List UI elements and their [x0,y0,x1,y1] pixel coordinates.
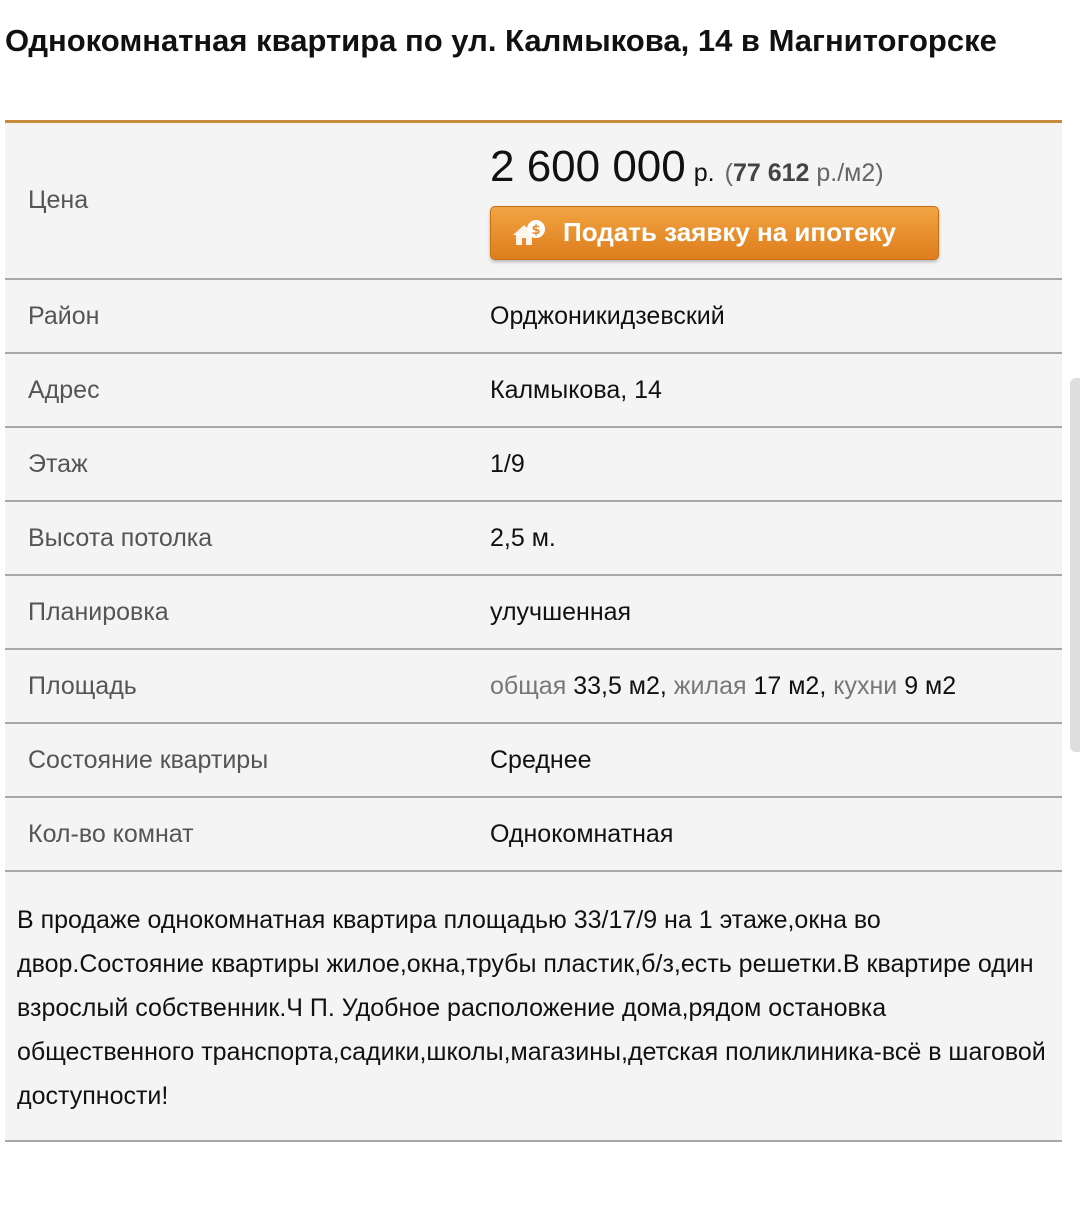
rooms-row: Кол-во комнат Однокомнатная [5,798,1062,872]
rooms-label: Кол-во комнат [28,819,194,848]
listing-description: В продаже однокомнатная квартира площадь… [5,872,1062,1142]
district-label: Район [28,301,100,330]
area-total-value: 33,5 м2 [573,671,660,700]
rooms-value: Однокомнатная [490,819,674,848]
area-row: Площадь общая 33,5 м2, жилая 17 м2, кухн… [5,650,1062,724]
listing-details-table: Цена 2 600 000 р. (77 612 р./м2) $ Подат [5,123,1062,1142]
ceiling-height-label: Высота потолка [28,523,213,552]
area-kitchen-label: кухни [833,671,898,700]
svg-text:$: $ [531,223,540,238]
house-coin-icon: $ [513,219,545,245]
price-label: Цена [28,186,89,214]
price-block: 2 600 000 р. (77 612 р./м2) $ Подать зая… [490,142,1062,260]
floor-row: Этаж 1/9 [5,428,1062,502]
condition-label: Состояние квартиры [28,745,269,774]
mortgage-application-button[interactable]: $ Подать заявку на ипотеку [490,205,939,260]
floor-value: 1/9 [490,449,525,478]
layout-row: Планировка улучшенная [5,576,1062,650]
area-total-label: общая [490,671,567,700]
floor-label: Этаж [28,449,88,478]
price-currency: р. [693,158,715,187]
area-living-value: 17 м2 [753,671,820,700]
price-per-sqm-unit: р./м2) [809,158,884,187]
condition-value: Среднее [490,745,592,774]
ceiling-height-value: 2,5 м. [490,523,556,552]
price-per-sqm-value: 77 612 [732,158,810,187]
listing-page: Однокомнатная квартира по ул. Калмыкова,… [5,0,1062,1142]
layout-label: Планировка [28,597,169,626]
page-title: Однокомнатная квартира по ул. Калмыкова,… [5,23,997,58]
address-value: Калмыкова, 14 [490,375,662,404]
price-per-sqm-open: ( [724,158,733,187]
area-kitchen-value: 9 м2 [904,671,957,700]
district-value: Орджоникидзевский [490,301,725,330]
price-amount: 2 600 000 [490,141,686,191]
district-row: Район Орджоникидзевский [5,280,1062,354]
price-line: 2 600 000 р. (77 612 р./м2) [490,142,1062,192]
area-value: общая 33,5 м2, жилая 17 м2, кухни 9 м2 [490,671,957,700]
ceiling-height-row: Высота потолка 2,5 м. [5,502,1062,576]
area-label: Площадь [28,671,137,700]
address-row: Адрес Калмыкова, 14 [5,354,1062,428]
price-per-sqm: (77 612 р./м2) [725,159,884,188]
scrollbar[interactable] [1070,378,1080,752]
address-label: Адрес [28,375,100,404]
price-row: Цена 2 600 000 р. (77 612 р./м2) $ Подат [5,123,1062,280]
area-living-label: жилая [673,671,747,700]
mortgage-button-label: Подать заявку на ипотеку [563,217,896,247]
layout-value: улучшенная [490,597,632,626]
condition-row: Состояние квартиры Среднее [5,724,1062,798]
